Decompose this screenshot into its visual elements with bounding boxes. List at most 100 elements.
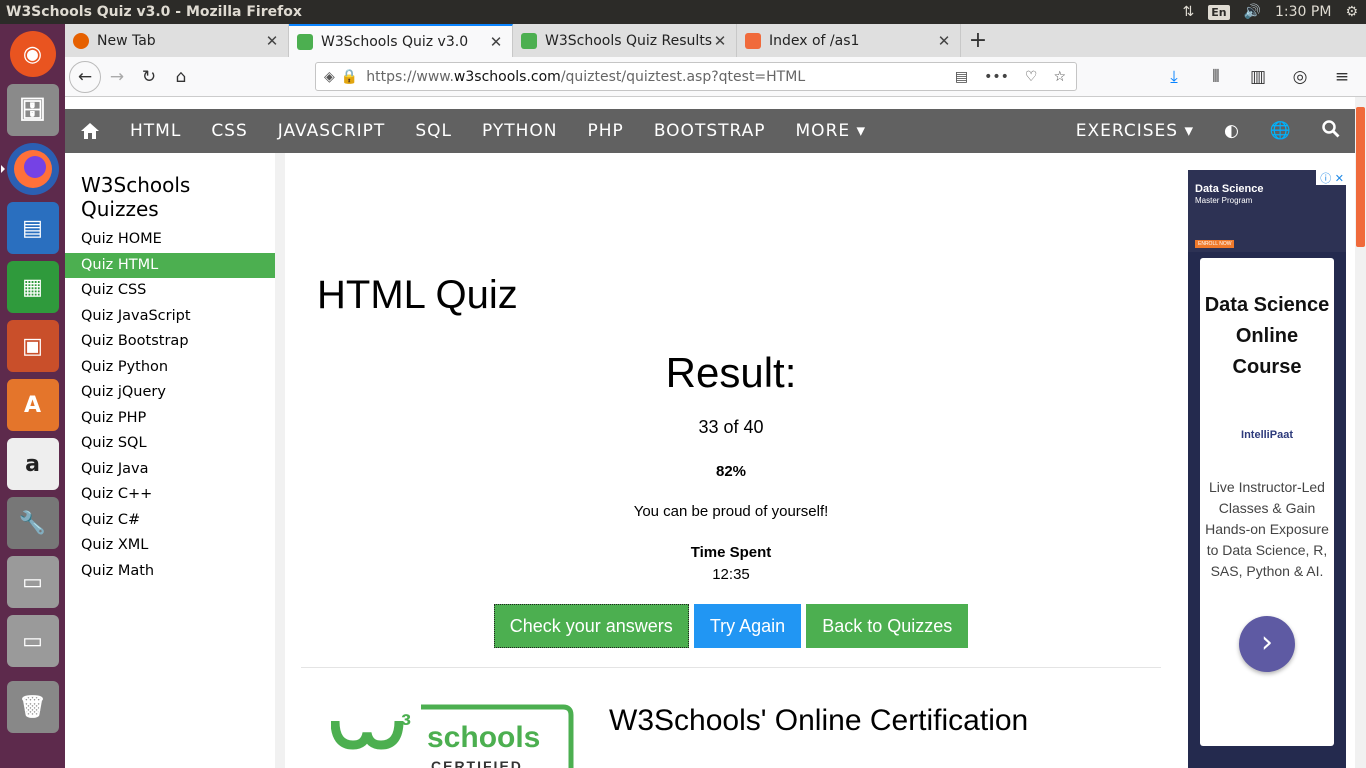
files-icon[interactable]: 🗄 bbox=[6, 84, 59, 136]
page-actions-icon[interactable]: ••• bbox=[984, 69, 1009, 85]
nav-bootstrap[interactable]: BOOTSTRAP bbox=[639, 121, 781, 141]
sidebar-item-quiz-sql[interactable]: Quiz SQL bbox=[65, 431, 275, 457]
page-title: HTML Quiz bbox=[317, 273, 518, 317]
sidebar-item-quiz-xml[interactable]: Quiz XML bbox=[65, 533, 275, 559]
network-icon[interactable]: ⇅ bbox=[1182, 4, 1194, 20]
firefox-icon[interactable] bbox=[0, 143, 59, 195]
reload-icon[interactable]: ↻ bbox=[133, 61, 165, 93]
launcher-dock: ◉ 🗄 ▤ ▦ ▣ A a 🔧 ▭ ▭ 🗑 bbox=[0, 24, 65, 768]
sidebar-item-quiz-csharp[interactable]: Quiz C# bbox=[65, 508, 275, 534]
drive-icon[interactable]: ▭ bbox=[6, 556, 59, 608]
globe-icon[interactable]: 🌐 bbox=[1255, 121, 1307, 141]
adchoices-icon[interactable]: ⓘ ✕ bbox=[1316, 170, 1346, 185]
sidebar-item-quiz-java[interactable]: Quiz Java bbox=[65, 457, 275, 483]
ad-headline: Data Science Online Course bbox=[1204, 294, 1330, 378]
trash-icon[interactable]: 🗑 bbox=[6, 681, 59, 733]
keyboard-layout-indicator[interactable]: En bbox=[1208, 4, 1230, 20]
check-answers-button[interactable]: Check your answers bbox=[493, 604, 689, 648]
sidebar-item-quiz-math[interactable]: Quiz Math bbox=[65, 559, 275, 585]
back-arrow-icon[interactable]: ← bbox=[69, 60, 101, 93]
url-bar[interactable]: ◈ 🔒 https://www. w3schools.com/quiztest/q… bbox=[315, 62, 1077, 91]
home-icon[interactable] bbox=[65, 122, 115, 140]
tab-new-tab[interactable]: New Tab ✕ bbox=[65, 24, 289, 57]
nav-css[interactable]: CSS bbox=[196, 121, 262, 141]
forward-arrow-icon[interactable]: → bbox=[101, 61, 133, 93]
sidebar-item-quiz-css[interactable]: Quiz CSS bbox=[65, 278, 275, 304]
tab-index-of-as1[interactable]: Index of /as1 ✕ bbox=[737, 24, 961, 57]
tab-label: New Tab bbox=[97, 32, 156, 49]
power-gear-icon[interactable]: ⚙ bbox=[1345, 4, 1358, 20]
w3-favicon-icon bbox=[297, 33, 313, 50]
scrollbar-thumb[interactable] bbox=[1356, 107, 1365, 247]
close-tab-icon[interactable]: ✕ bbox=[936, 32, 952, 50]
result-heading: Result: bbox=[665, 349, 797, 396]
svg-text:³: ³ bbox=[401, 709, 411, 742]
sidebar-toggle-icon[interactable]: ▥ bbox=[1242, 61, 1274, 93]
library-icon[interactable]: ⫴ bbox=[1200, 61, 1232, 93]
advertisement[interactable]: Data Science Master Program ENROLL NOW ⓘ… bbox=[1188, 170, 1346, 768]
ubuntu-icon[interactable]: ◉ bbox=[9, 31, 56, 77]
cert-logo-text: schools bbox=[427, 721, 540, 754]
nav-php[interactable]: PHP bbox=[573, 121, 639, 141]
pocket-icon[interactable]: ♡ bbox=[1025, 69, 1038, 85]
ad-card[interactable]: Data Science Online Course IntelliPaat L… bbox=[1200, 258, 1334, 746]
tracking-shield-icon[interactable]: ◈ bbox=[316, 69, 341, 85]
search-icon[interactable] bbox=[1307, 119, 1355, 143]
settings-icon[interactable]: 🔧 bbox=[6, 497, 59, 549]
time-spent-value: 12:35 bbox=[712, 566, 750, 583]
lock-icon[interactable]: 🔒 bbox=[341, 69, 366, 85]
close-tab-icon[interactable]: ✕ bbox=[712, 32, 728, 50]
nav-python[interactable]: PYTHON bbox=[467, 121, 573, 141]
w3schools-certified-logo: ³ schools CERTIFIED bbox=[330, 701, 581, 768]
close-tab-icon[interactable]: ✕ bbox=[264, 32, 280, 50]
sidebar-item-quiz-bootstrap[interactable]: Quiz Bootstrap bbox=[65, 329, 275, 355]
tab-w3schools-quiz-results[interactable]: W3Schools Quiz Results ✕ bbox=[513, 24, 737, 57]
software-center-icon[interactable]: A bbox=[6, 379, 59, 431]
navigation-toolbar: ← → ↻ ⌂ ◈ 🔒 https://www. w3schools.com/qu… bbox=[65, 57, 1366, 97]
home-icon[interactable]: ⌂ bbox=[165, 61, 197, 93]
drive-icon[interactable]: ▭ bbox=[6, 615, 59, 667]
page-scrollbar[interactable] bbox=[1355, 97, 1366, 768]
account-icon[interactable]: ◎ bbox=[1284, 61, 1316, 93]
back-to-quizzes-button[interactable]: Back to Quizzes bbox=[806, 604, 969, 648]
sidebar-item-quiz-php[interactable]: Quiz PHP bbox=[65, 406, 275, 432]
close-tab-icon[interactable]: ✕ bbox=[488, 33, 504, 51]
w3-favicon-icon bbox=[521, 32, 537, 49]
ad-banner-title: Data Science bbox=[1195, 183, 1264, 195]
dark-mode-icon[interactable]: ◐ bbox=[1209, 121, 1255, 141]
nav-more[interactable]: MORE ▾ bbox=[781, 121, 882, 141]
amazon-icon[interactable]: a bbox=[6, 438, 59, 490]
downloads-icon[interactable]: ⤓ bbox=[1158, 61, 1190, 93]
quiz-sidebar: W3Schools Quizzes Quiz HOME Quiz HTML Qu… bbox=[65, 153, 275, 768]
volume-icon[interactable]: 🔊 bbox=[1244, 4, 1261, 20]
sidebar-item-quiz-html[interactable]: Quiz HTML bbox=[65, 252, 275, 278]
nav-javascript[interactable]: JAVASCRIPT bbox=[263, 121, 401, 141]
writer-icon[interactable]: ▤ bbox=[6, 202, 59, 254]
nav-exercises[interactable]: EXERCISES ▾ bbox=[1061, 121, 1209, 141]
sidebar-item-quiz-jquery[interactable]: Quiz jQuery bbox=[65, 380, 275, 406]
tab-label: W3Schools Quiz Results bbox=[545, 32, 712, 49]
w3-top-nav: HTML CSS JAVASCRIPT SQL PYTHON PHP BOOTS… bbox=[65, 109, 1355, 153]
sidebar-item-quiz-cpp[interactable]: Quiz C++ bbox=[65, 482, 275, 508]
clock[interactable]: 1:30 PM bbox=[1275, 4, 1331, 20]
reader-view-icon[interactable]: ▤ bbox=[955, 69, 968, 85]
nav-sql[interactable]: SQL bbox=[400, 121, 467, 141]
try-again-button[interactable]: Try Again bbox=[693, 604, 802, 648]
sidebar-item-quiz-python[interactable]: Quiz Python bbox=[65, 355, 275, 381]
sidebar-item-quiz-javascript[interactable]: Quiz JavaScript bbox=[65, 304, 275, 330]
bookmark-star-icon[interactable]: ☆ bbox=[1053, 69, 1066, 85]
new-tab-button[interactable]: + bbox=[961, 24, 995, 57]
calc-icon[interactable]: ▦ bbox=[6, 261, 59, 313]
impress-icon[interactable]: ▣ bbox=[6, 320, 59, 372]
firefox-favicon-icon bbox=[73, 32, 89, 49]
cert-logo-sub: CERTIFIED bbox=[431, 758, 523, 768]
divider bbox=[301, 667, 1161, 668]
menu-hamburger-icon[interactable]: ≡ bbox=[1326, 61, 1358, 93]
sidebar-item-quiz-home[interactable]: Quiz HOME bbox=[65, 227, 275, 253]
tab-w3schools-quiz[interactable]: W3Schools Quiz v3.0 ✕ bbox=[289, 24, 513, 57]
certification-heading: W3Schools' Online Certification bbox=[609, 704, 1029, 737]
tab-label: Index of /as1 bbox=[769, 32, 860, 49]
ad-next-arrow-icon[interactable]: › bbox=[1239, 616, 1295, 672]
nav-html[interactable]: HTML bbox=[115, 121, 196, 141]
result-message: You can be proud of yourself! bbox=[633, 503, 829, 520]
